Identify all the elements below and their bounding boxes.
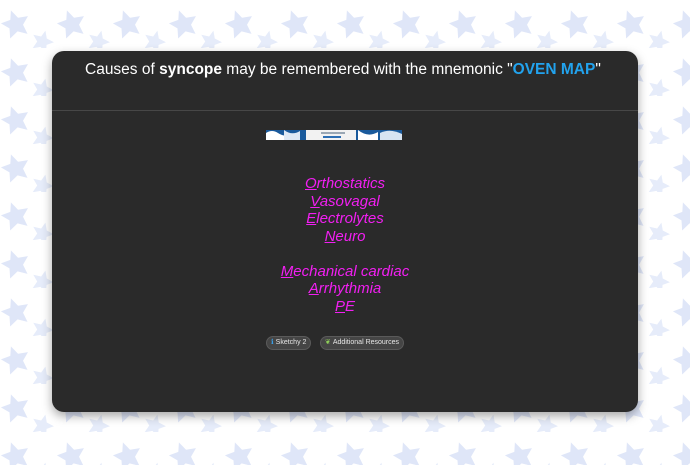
question-suffix: ": [595, 61, 601, 78]
additional-resources-button[interactable]: ❦ Additional Resources: [320, 336, 405, 350]
mnemonic-item: Orthostatics: [304, 175, 386, 192]
resource-buttons: ℹ Sketchy 2 ❦ Additional Resources: [266, 336, 405, 350]
question-term: syncope: [159, 61, 222, 78]
mnemonic-letter: E: [306, 210, 317, 227]
mnemonic-letter: V: [310, 192, 320, 210]
question-middle: may be remembered with the mnemonic ": [222, 61, 513, 78]
mnemonic-letter: N: [324, 227, 336, 245]
info-icon: ℹ: [271, 339, 274, 346]
mnemonic-item: Arrhythmia: [308, 280, 382, 297]
sketchy-label: Sketchy 2: [275, 339, 307, 346]
question-text: Causes of syncope may be remembered with…: [85, 61, 601, 79]
mnemonic-list: Orthostatics Vasovagal Electrolytes Neur…: [52, 175, 638, 315]
mnemonic-item: Electrolytes: [306, 210, 384, 227]
card-header: Causes of syncope may be remembered with…: [52, 51, 638, 111]
mnemonic-item: Neuro: [324, 227, 366, 245]
flashcard: Causes of syncope may be remembered with…: [52, 51, 638, 412]
mnemonic-letter: O: [304, 175, 317, 192]
mnemonic-item: Vasovagal: [310, 192, 380, 210]
leaf-icon: ❦: [325, 339, 331, 346]
question-prefix: Causes of: [85, 61, 160, 78]
banner-image: [266, 130, 402, 140]
mnemonic-spacer: [52, 245, 638, 263]
additional-resources-label: Additional Resources: [332, 339, 400, 346]
mnemonic-item: PE: [334, 297, 356, 315]
mnemonic-item: Mechanical cardiac: [280, 262, 410, 280]
mnemonic-letter: A: [308, 280, 319, 297]
mnemonic-highlight: OVEN MAP: [512, 61, 596, 78]
mnemonic-letter: M: [280, 262, 294, 280]
sketchy-button[interactable]: ℹ Sketchy 2: [266, 336, 312, 350]
mnemonic-letter: P: [334, 297, 345, 315]
